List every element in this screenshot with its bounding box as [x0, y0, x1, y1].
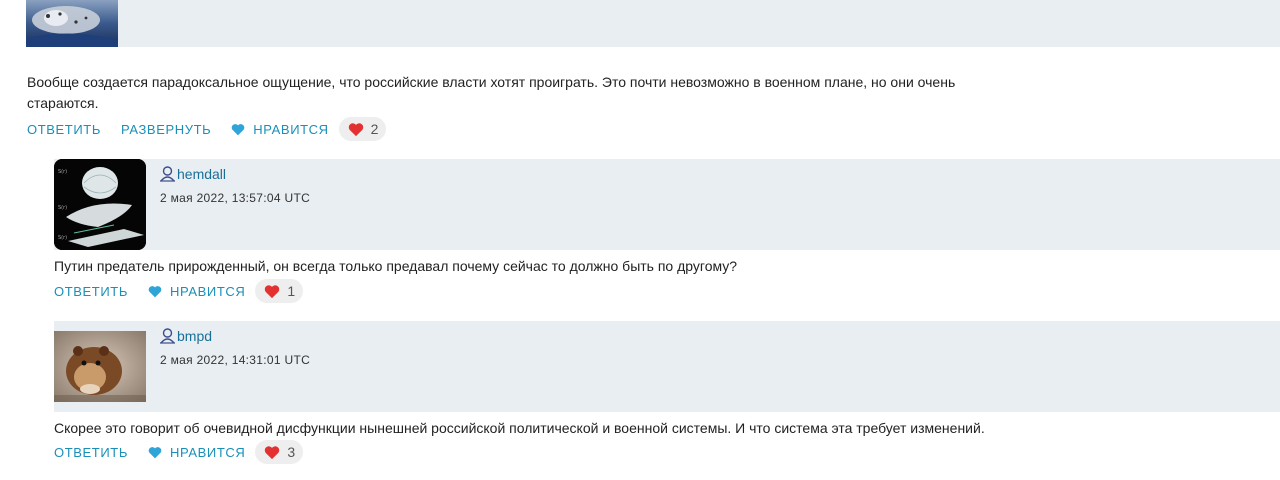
likes-count: 1 — [287, 283, 296, 299]
comment-header-band — [26, 0, 1280, 47]
like-label: НРАВИТСЯ — [169, 444, 246, 460]
comment-date: 2 мая 2022, 14:31:01 UTC — [160, 353, 311, 367]
likes-count: 2 — [370, 121, 379, 137]
heart-icon — [265, 445, 280, 459]
likes-count: 3 — [287, 444, 296, 460]
username: hemdall — [177, 165, 227, 182]
like-label: НРАВИТСЯ — [253, 121, 329, 137]
likes-count-badge[interactable]: 2 — [338, 117, 387, 141]
reply-button[interactable]: ОТВЕТИТЬ — [54, 445, 128, 460]
comment-text: Скорее это говорит об очевидной дисфункц… — [54, 420, 985, 436]
comment-actions: ОТВЕТИТЬ РАЗВЕРНУТЬ НРАВИТСЯ 2 — [27, 117, 387, 141]
comment-text: Вообще создается парадоксальное ощущение… — [27, 74, 956, 111]
user-icon — [160, 166, 175, 182]
svg-text:S(r): S(r) — [58, 235, 67, 241]
avatar-snow-leopard[interactable] — [26, 0, 118, 47]
expand-button[interactable]: РАЗВЕРНУТЬ — [121, 122, 211, 137]
comment-actions: ОТВЕТИТЬ НРАВИТСЯ 1 — [54, 279, 304, 303]
heart-icon — [348, 122, 363, 136]
username-link[interactable]: hemdall — [159, 165, 226, 182]
user-icon — [160, 328, 175, 344]
like-label: НРАВИТСЯ — [169, 283, 246, 299]
likes-count-badge[interactable]: 1 — [255, 279, 304, 303]
avatar-hamster[interactable] — [54, 331, 146, 402]
comment-date: 2 мая 2022, 13:57:04 UTC — [160, 191, 311, 205]
comment-text: Путин предатель прирожденный, он всегда … — [54, 258, 738, 274]
heart-outline-icon — [231, 123, 245, 135]
username-link[interactable]: bmpd — [159, 327, 212, 344]
avatar-3d-render[interactable]: S(r) S(r) S(r) — [54, 159, 146, 250]
like-button[interactable]: НРАВИТСЯ — [148, 445, 245, 460]
svg-text:S(r): S(r) — [58, 169, 67, 175]
like-button[interactable]: НРАВИТСЯ — [231, 122, 328, 137]
likes-count-badge[interactable]: 3 — [255, 440, 304, 464]
like-button[interactable]: НРАВИТСЯ — [148, 284, 245, 299]
reply-button[interactable]: ОТВЕТИТЬ — [54, 284, 128, 299]
comment-actions: ОТВЕТИТЬ НРАВИТСЯ 3 — [54, 440, 304, 464]
heart-icon — [265, 284, 280, 298]
reply-button[interactable]: ОТВЕТИТЬ — [27, 122, 101, 137]
heart-outline-icon — [148, 285, 162, 297]
username: bmpd — [177, 327, 213, 344]
svg-text:S(r): S(r) — [58, 205, 67, 211]
heart-outline-icon — [148, 446, 162, 458]
